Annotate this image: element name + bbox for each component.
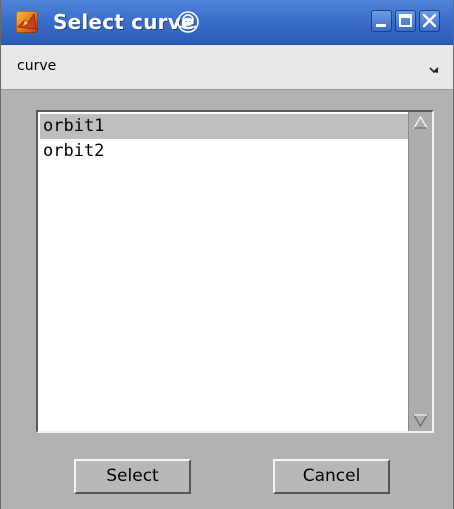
scroll-up-arrow-icon[interactable]	[411, 114, 430, 132]
resize-corner-icon[interactable]	[428, 62, 440, 74]
window-title: Select curve	[53, 10, 195, 34]
close-button[interactable]	[419, 10, 440, 32]
list-item-orbit1[interactable]: orbit1	[40, 114, 408, 139]
menu-bar: curve	[1, 45, 453, 90]
maximize-icon	[399, 14, 412, 27]
minimize-icon	[376, 24, 386, 27]
maximize-button[interactable]	[395, 10, 416, 32]
sticky-pin-icon[interactable]	[175, 9, 201, 35]
list-item-orbit2[interactable]: orbit2	[40, 139, 408, 164]
select-curve-dialog: Select curve curve orbit1 orbit2 Select …	[0, 0, 454, 509]
matlab-logo-icon[interactable]	[16, 11, 38, 33]
select-button[interactable]: Select	[74, 459, 191, 494]
list-items: orbit1 orbit2	[40, 114, 408, 164]
vertical-scrollbar[interactable]	[408, 112, 432, 431]
curve-listbox[interactable]: orbit1 orbit2	[36, 110, 434, 433]
scroll-down-arrow-icon[interactable]	[411, 411, 430, 429]
close-icon	[422, 13, 437, 28]
title-bar[interactable]: Select curve	[1, 0, 453, 45]
curve-menu-label[interactable]: curve	[17, 58, 56, 74]
cancel-button[interactable]: Cancel	[273, 459, 390, 494]
minimize-button[interactable]	[371, 10, 392, 32]
